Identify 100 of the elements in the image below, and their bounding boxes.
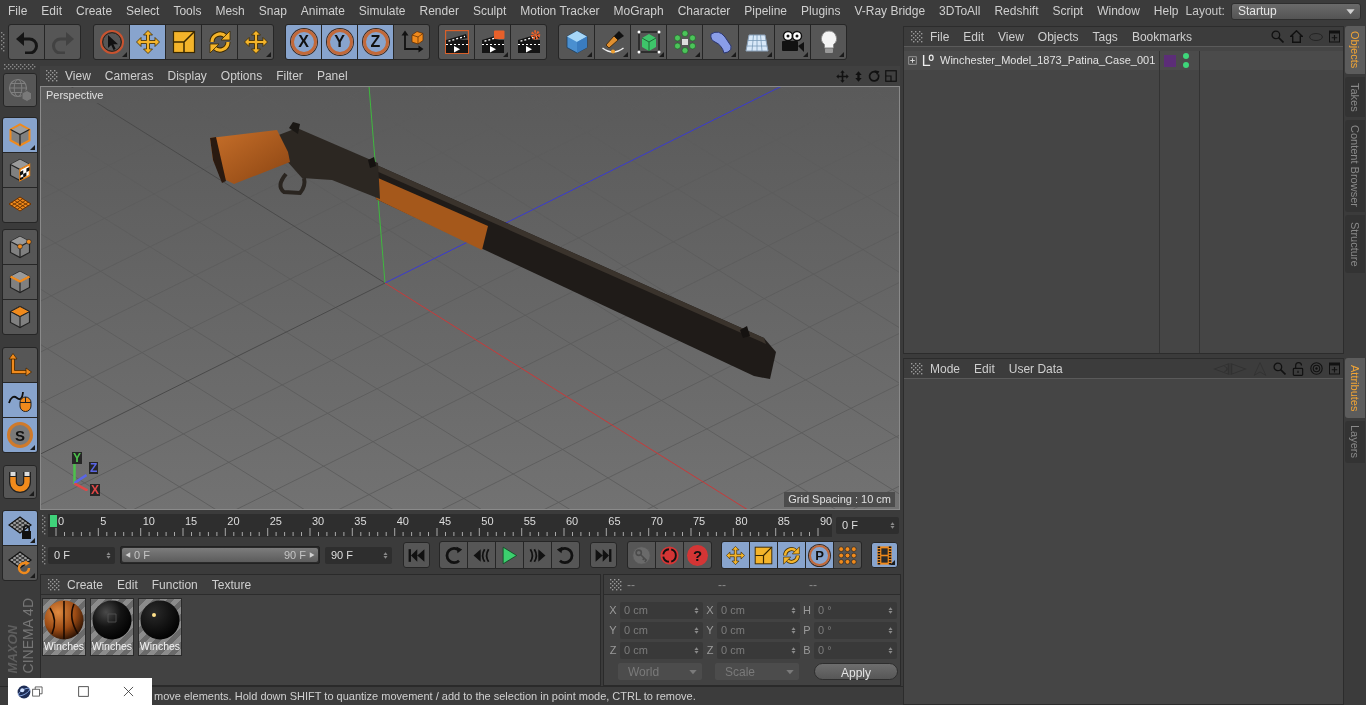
workplane-align-button[interactable] (3, 546, 37, 580)
menu-item[interactable]: Bookmarks (1124, 27, 1199, 46)
menu-item[interactable]: Select (119, 0, 167, 22)
axis-mode-button[interactable] (3, 348, 37, 382)
end-frame-field[interactable]: 90 F (325, 546, 392, 564)
restore-icon[interactable] (32, 686, 43, 697)
visibility-dot-icon[interactable] (1183, 53, 1189, 59)
menu-item[interactable]: Cameras (97, 67, 161, 85)
cube-button[interactable] (559, 25, 594, 59)
layout-dropdown[interactable]: Startup (1230, 2, 1361, 20)
menu-item[interactable]: Simulate (351, 0, 413, 22)
go-to-start-button[interactable] (403, 542, 430, 568)
scale-key-button[interactable] (750, 542, 777, 568)
start-frame-field[interactable]: 0 F (48, 546, 115, 564)
menu-item[interactable]: Mode (923, 359, 968, 378)
grip-handle-icon[interactable] (42, 515, 46, 535)
grip-handle-icon[interactable] (610, 578, 622, 591)
menu-item[interactable]: Tags (1085, 27, 1125, 46)
menu-item[interactable]: Mesh (208, 0, 252, 22)
expand-toggle-icon[interactable] (908, 56, 917, 65)
side-tab[interactable]: Structure (1345, 215, 1365, 273)
menu-item[interactable]: Pipeline (737, 0, 795, 22)
menu-item[interactable]: Objects (1030, 27, 1086, 46)
coordinate-system-button[interactable] (394, 25, 429, 59)
menu-item[interactable]: Script (1045, 0, 1091, 22)
grip-handle-icon[interactable] (48, 578, 60, 591)
close-icon[interactable] (123, 686, 134, 697)
3d-viewport[interactable]: Perspective Grid Spacing : 10 cm Y Z X (40, 86, 900, 510)
menu-item[interactable]: Edit (110, 575, 145, 594)
menu-item[interactable]: Texture (204, 575, 259, 594)
rifle-drawing[interactable] (210, 122, 776, 379)
menu-item[interactable]: MoGraph (606, 0, 671, 22)
y-axis-button[interactable]: Y (322, 25, 357, 59)
point-level-button[interactable] (834, 542, 861, 568)
menu-item[interactable]: Redshift (987, 0, 1046, 22)
side-tab[interactable]: Takes (1345, 77, 1365, 117)
edges-mode-button[interactable] (3, 265, 37, 299)
maximize-icon[interactable] (78, 686, 89, 697)
grip-handle-icon[interactable] (911, 362, 923, 375)
points-mode-button[interactable] (3, 230, 37, 264)
undo-button[interactable] (9, 25, 44, 59)
move-tool-button[interactable] (130, 25, 165, 59)
menu-item[interactable]: View (58, 67, 98, 85)
menu-item[interactable]: Render (412, 0, 466, 22)
grip-handle-icon[interactable] (46, 70, 58, 82)
menu-item[interactable]: View (991, 27, 1031, 46)
menu-item[interactable]: Window (1090, 0, 1147, 22)
timeline-button[interactable] (871, 542, 898, 568)
light-button[interactable] (811, 25, 846, 59)
menu-item[interactable]: Create (69, 0, 120, 22)
menu-item[interactable]: Help (1146, 0, 1186, 22)
menu-item[interactable]: Plugins (794, 0, 848, 22)
render-picture-viewer-button[interactable] (475, 25, 510, 59)
menu-item[interactable]: Character (670, 0, 738, 22)
playhead-marker[interactable] (50, 514, 57, 527)
go-to-end-button[interactable] (590, 542, 617, 568)
workplane-mode-button[interactable] (3, 188, 37, 222)
material-tile[interactable]: Winches (90, 598, 134, 656)
solo-button[interactable]: S (3, 418, 37, 452)
render-view-button[interactable] (439, 25, 474, 59)
menu-item[interactable]: Function (144, 575, 205, 594)
floor-button[interactable] (739, 25, 774, 59)
menu-item[interactable]: Options (213, 67, 270, 85)
side-tab[interactable]: Layers (1345, 421, 1365, 463)
render-settings-button[interactable] (511, 25, 546, 59)
object-row[interactable]: Winchester_Model_1873_Patina_Case_001 (904, 51, 1343, 70)
menu-item[interactable]: Display (160, 67, 214, 85)
camera-button[interactable] (775, 25, 810, 59)
sphere-logo-icon[interactable] (17, 684, 31, 699)
live-selection-button[interactable] (94, 25, 129, 59)
scale-tool-button[interactable] (166, 25, 201, 59)
menu-item[interactable]: Edit (34, 0, 70, 22)
menu-item[interactable]: Panel (309, 67, 355, 85)
menu-item[interactable]: Motion Tracker (513, 0, 607, 22)
x-axis-button[interactable]: X (286, 25, 321, 59)
deformer-button[interactable] (703, 25, 738, 59)
pen-button[interactable] (595, 25, 630, 59)
menu-item[interactable]: File (1, 0, 35, 22)
menu-item[interactable]: 3DToAll (932, 0, 988, 22)
layer-color-icon[interactable] (1164, 54, 1176, 67)
menu-item[interactable]: Animate (293, 0, 352, 22)
material-tile[interactable]: Winches (42, 598, 86, 656)
rotation-key-button[interactable] (778, 542, 805, 568)
object-name[interactable]: Winchester_Model_1873_Patina_Case_001 (940, 52, 1156, 69)
menu-item[interactable]: Snap (251, 0, 294, 22)
material-tile[interactable]: Winches (138, 598, 182, 656)
menu-item[interactable]: Create (60, 575, 111, 594)
next-frame-button[interactable] (524, 542, 551, 568)
model-mode-button[interactable] (3, 118, 37, 152)
tweak-mode-button[interactable] (3, 383, 37, 417)
keyframe-selection-button[interactable]: ? (684, 542, 711, 568)
texture-mode-button[interactable] (3, 153, 37, 187)
menu-item[interactable]: Sculpt (465, 0, 514, 22)
menu-item[interactable]: Tools (166, 0, 209, 22)
previous-key-button[interactable] (440, 542, 467, 568)
grip-handle-icon[interactable] (42, 545, 46, 565)
current-frame-field[interactable]: 0 F (836, 516, 899, 534)
previous-frame-button[interactable] (468, 542, 495, 568)
subdivision-button[interactable] (631, 25, 666, 59)
menu-item[interactable]: V-Ray Bridge (847, 0, 933, 22)
